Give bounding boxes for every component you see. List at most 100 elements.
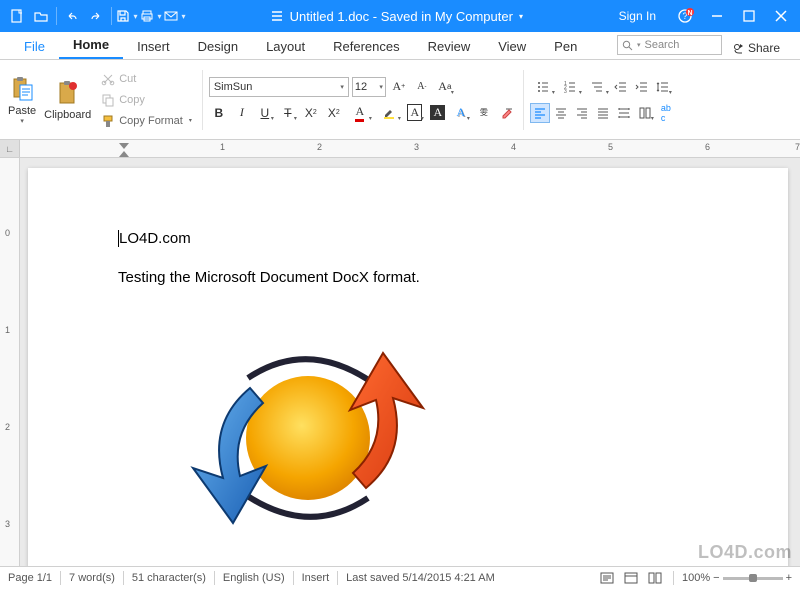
- view-print-layout-icon[interactable]: [597, 570, 617, 586]
- increase-indent-icon[interactable]: [632, 77, 652, 97]
- font-name-select[interactable]: SimSun▾: [209, 77, 349, 97]
- ruler-horizontal[interactable]: 1 2 3 4 5 6 7: [20, 140, 800, 157]
- ruler-vertical[interactable]: 0 1 2 3: [0, 158, 20, 566]
- font-group: SimSun▾ 12▾ A+ A- Aa B I U T X2 X2 A A A…: [209, 77, 517, 123]
- strikethrough-icon[interactable]: T: [278, 103, 298, 123]
- search-placeholder: Search: [644, 39, 679, 51]
- numbering-icon[interactable]: 123: [557, 77, 583, 97]
- underline-icon[interactable]: U: [255, 103, 275, 123]
- page-viewport[interactable]: LO4D.com Testing the Microsoft Document …: [20, 158, 800, 566]
- title-right: Sign In ?N: [607, 1, 800, 31]
- distribute-icon[interactable]: [614, 103, 634, 123]
- char-shading-icon[interactable]: A: [428, 103, 448, 123]
- ruler-corner[interactable]: ∟: [0, 140, 20, 157]
- font-size-select[interactable]: 12▾: [352, 77, 386, 97]
- font-color-icon[interactable]: A: [347, 103, 373, 123]
- text-effects-icon[interactable]: A: [451, 103, 471, 123]
- mail-icon[interactable]: [164, 5, 186, 27]
- align-left-icon[interactable]: [530, 103, 550, 123]
- grow-font-icon[interactable]: A+: [389, 77, 409, 97]
- tab-references[interactable]: References: [319, 33, 413, 59]
- quick-access-toolbar: [0, 5, 186, 27]
- zoom-slider[interactable]: [723, 577, 783, 580]
- tab-file[interactable]: File: [10, 33, 59, 59]
- maximize-icon[interactable]: [734, 1, 764, 31]
- status-chars[interactable]: 51 character(s): [132, 572, 206, 584]
- close-icon[interactable]: [766, 1, 796, 31]
- clipboard-icon: [54, 79, 82, 107]
- decrease-indent-icon[interactable]: [611, 77, 631, 97]
- view-outline-icon[interactable]: [621, 570, 641, 586]
- doc-line-2: Testing the Microsoft Document DocX form…: [118, 267, 698, 290]
- first-line-indent-marker[interactable]: [119, 143, 129, 149]
- zoom-out-icon[interactable]: −: [713, 572, 719, 584]
- new-doc-icon[interactable]: [6, 5, 28, 27]
- search-input[interactable]: ▾ Search: [617, 35, 722, 55]
- align-justify-icon[interactable]: [593, 103, 613, 123]
- status-bar: Page 1/1 7 word(s) 51 character(s) Engli…: [0, 566, 800, 589]
- tab-home[interactable]: Home: [59, 31, 123, 59]
- status-language[interactable]: English (US): [223, 572, 285, 584]
- format-painter-icon: [101, 114, 115, 128]
- copy-format-button[interactable]: Copy Format▾: [97, 111, 196, 131]
- status-page[interactable]: Page 1/1: [8, 572, 52, 584]
- share-button[interactable]: Share: [722, 41, 790, 55]
- open-icon[interactable]: [30, 5, 52, 27]
- highlight-icon[interactable]: [376, 103, 402, 123]
- bold-icon[interactable]: B: [209, 103, 229, 123]
- zoom-value[interactable]: 100%: [682, 572, 710, 584]
- text-direction-icon[interactable]: abc: [656, 103, 676, 123]
- clipboard-button[interactable]: Clipboard: [42, 77, 93, 123]
- help-icon[interactable]: ?N: [670, 1, 700, 31]
- doc-menu-icon[interactable]: [270, 9, 284, 23]
- line-spacing-icon[interactable]: [653, 77, 673, 97]
- change-case-icon[interactable]: Aa: [435, 77, 455, 97]
- redo-icon[interactable]: [85, 5, 107, 27]
- clear-formatting-icon[interactable]: [497, 103, 517, 123]
- tab-pen[interactable]: Pen: [540, 33, 591, 59]
- align-center-icon[interactable]: [551, 103, 571, 123]
- document-title[interactable]: Untitled 1.doc - Saved in My Computer: [290, 9, 513, 24]
- align-right-icon[interactable]: [572, 103, 592, 123]
- columns-icon[interactable]: [635, 103, 655, 123]
- tab-design[interactable]: Design: [184, 33, 252, 59]
- status-insert-mode[interactable]: Insert: [302, 572, 330, 584]
- document-page[interactable]: LO4D.com Testing the Microsoft Document …: [28, 168, 788, 566]
- hanging-indent-marker[interactable]: [119, 151, 129, 157]
- tab-layout[interactable]: Layout: [252, 33, 319, 59]
- tab-review[interactable]: Review: [414, 33, 485, 59]
- zoom-in-icon[interactable]: +: [786, 572, 792, 584]
- tab-insert[interactable]: Insert: [123, 33, 184, 59]
- tab-view[interactable]: View: [484, 33, 540, 59]
- phonetic-guide-icon[interactable]: 雯: [474, 103, 494, 123]
- status-last-saved: Last saved 5/14/2015 4:21 AM: [346, 572, 495, 584]
- sign-in-link[interactable]: Sign In: [607, 9, 668, 23]
- view-web-icon[interactable]: [645, 570, 665, 586]
- search-icon: [622, 40, 633, 51]
- minimize-icon[interactable]: [702, 1, 732, 31]
- paste-icon: [8, 75, 36, 103]
- multilevel-icon[interactable]: [584, 77, 610, 97]
- zoom-control[interactable]: 100% − +: [682, 572, 792, 584]
- char-border-icon[interactable]: A: [405, 103, 425, 123]
- bullets-icon[interactable]: [530, 77, 556, 97]
- paste-button[interactable]: Paste ▾: [6, 73, 38, 127]
- subscript-icon[interactable]: X2: [301, 103, 321, 123]
- print-icon[interactable]: [140, 5, 162, 27]
- ribbon: Paste ▾ Clipboard Cut Copy Copy Format▾ …: [0, 60, 800, 140]
- superscript-icon[interactable]: X2: [324, 103, 344, 123]
- sync-arrows-image: [178, 348, 438, 528]
- italic-icon[interactable]: I: [232, 103, 252, 123]
- document-area: 0 1 2 3 LO4D.com Testing the Microsoft D…: [0, 158, 800, 566]
- title-dropdown-icon[interactable]: ▾: [519, 12, 523, 21]
- tab-bar: File Home Insert Design Layout Reference…: [0, 32, 800, 60]
- cut-button[interactable]: Cut: [97, 69, 196, 89]
- save-icon[interactable]: [116, 5, 138, 27]
- undo-icon[interactable]: [61, 5, 83, 27]
- svg-text:N: N: [687, 10, 692, 17]
- clipboard-small-col: Cut Copy Copy Format▾: [97, 69, 196, 131]
- shrink-font-icon[interactable]: A-: [412, 77, 432, 97]
- status-words[interactable]: 7 word(s): [69, 572, 115, 584]
- paragraph-group: 123 abc: [530, 77, 676, 123]
- copy-button[interactable]: Copy: [97, 90, 196, 110]
